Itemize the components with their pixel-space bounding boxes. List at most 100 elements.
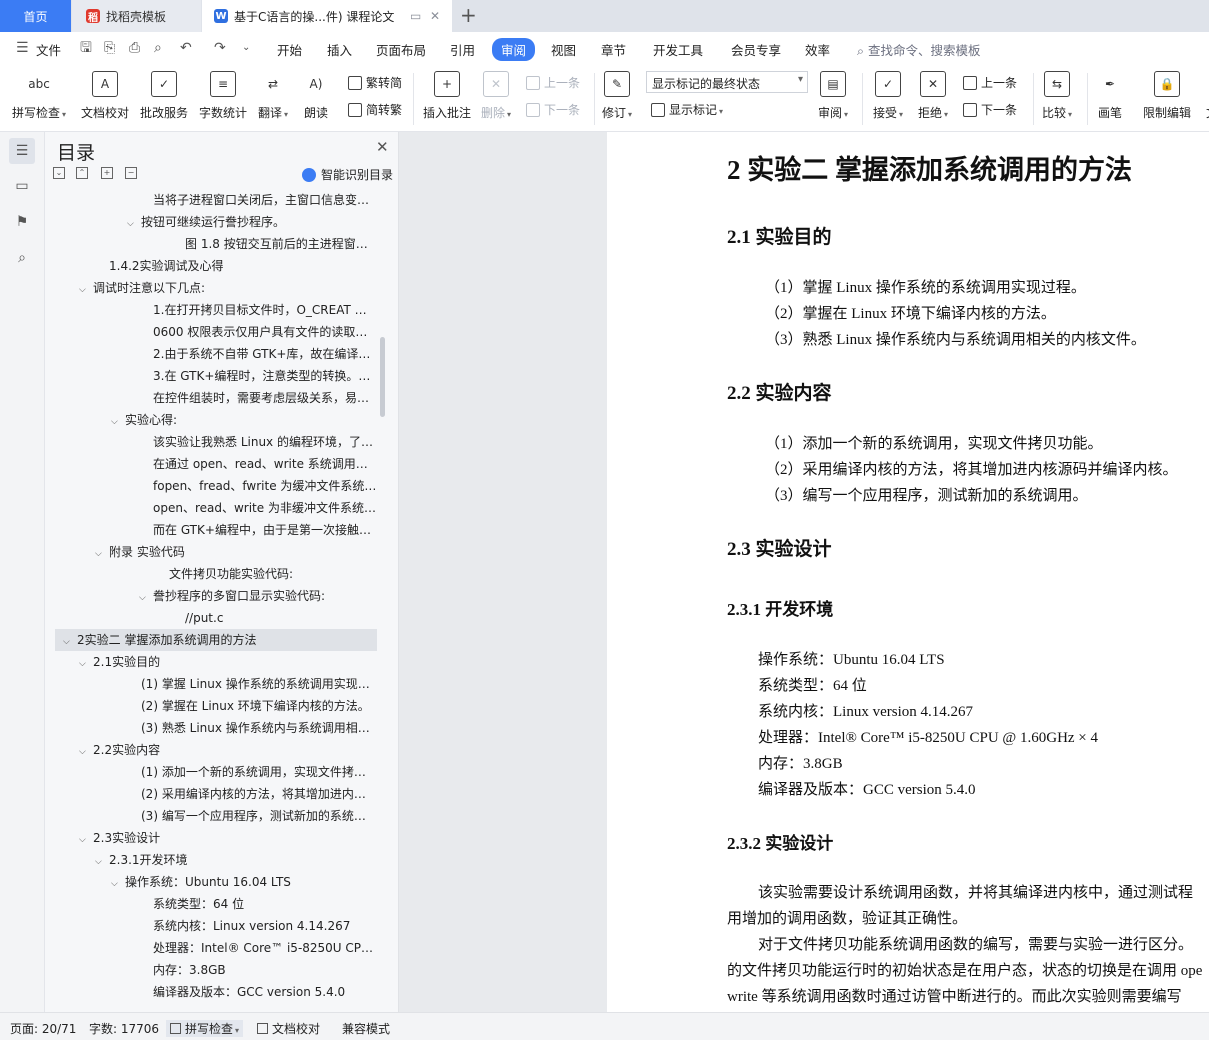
find-icon[interactable]: ⌕: [9, 245, 35, 271]
reject-button[interactable]: ✕ 拒绝 ▾: [918, 71, 948, 121]
spellcheck-button[interactable]: abc 拼写检查 ▾: [12, 71, 66, 121]
toc-item[interactable]: 1.在打开拷贝目标文件时，O_CREAT 模...: [139, 299, 377, 321]
toc-panel-icon[interactable]: ☰: [9, 138, 35, 164]
toc-item[interactable]: 1.4.2实验调试及心得: [95, 255, 377, 277]
page-indicator[interactable]: 页面: 20/71: [10, 1020, 76, 1037]
prev-change-button[interactable]: 上一条: [963, 74, 1017, 91]
toc-item[interactable]: ⌵ 实验心得:: [111, 409, 377, 431]
toc-item[interactable]: 文件拷贝功能实验代码:: [155, 563, 377, 585]
toc-item[interactable]: 图 1.8 按钮交互前后的主进程窗口...: [171, 233, 377, 255]
menu-developer[interactable]: 开发工具: [653, 40, 703, 59]
doc-proof-button[interactable]: A 文档校对: [81, 71, 129, 121]
add-level-icon[interactable]: +: [101, 167, 113, 179]
review-pane-button[interactable]: ▤ 审阅 ▾: [818, 71, 848, 121]
menu-section[interactable]: 章节: [601, 40, 626, 59]
toc-item[interactable]: (2) 采用编译内核的方法，将其增加进内核源...: [127, 783, 377, 805]
review-service-button[interactable]: ✓ 批改服务: [140, 71, 188, 121]
track-changes-button[interactable]: ✎ 修订 ▾: [602, 71, 632, 121]
toc-item[interactable]: 该实验让我熟悉 Linux 的编程环境，了解...: [139, 431, 377, 453]
menu-insert[interactable]: 插入: [327, 40, 352, 59]
toc-scrollbar[interactable]: [380, 337, 385, 417]
accept-button[interactable]: ✓ 接受 ▾: [873, 71, 903, 121]
toc-item[interactable]: ⌵ 附录 实验代码: [95, 541, 377, 563]
menu-review[interactable]: 审阅: [492, 38, 536, 61]
toc-item[interactable]: ⌵ 2.1实验目的: [79, 651, 377, 673]
print-icon[interactable]: ⎙: [129, 40, 140, 56]
chevron-down-icon[interactable]: ⌵: [95, 543, 109, 563]
print-preview-icon[interactable]: ⌕: [154, 40, 162, 56]
chevron-down-icon[interactable]: ⌵: [79, 741, 93, 761]
toc-item[interactable]: ⌵ 2.2实验内容: [79, 739, 377, 761]
toc-item[interactable]: 0600 权限表示仅用户具有文件的读取和...: [139, 321, 377, 343]
bookmark-icon[interactable]: ⚑: [9, 209, 35, 235]
menu-start[interactable]: 开始: [277, 40, 302, 59]
restrict-edit-button[interactable]: 🔒 限制编辑: [1143, 71, 1191, 121]
chevron-down-icon[interactable]: ⌵: [79, 279, 93, 299]
simp-to-trad-button[interactable]: 简转繁: [348, 101, 402, 118]
toc-item[interactable]: (1) 掌握 Linux 操作系统的系统调用实现过程...: [127, 673, 377, 695]
toc-item[interactable]: 编译器及版本：GCC version 5.4.0: [139, 981, 377, 1003]
next-comment-button[interactable]: 下一条: [526, 101, 580, 118]
toc-item[interactable]: ⌵ 誊抄程序的多窗口显示实验代码:: [139, 585, 377, 607]
redo-icon[interactable]: ↷: [214, 40, 226, 56]
next-change-button[interactable]: 下一条: [963, 101, 1017, 118]
save-icon[interactable]: 🖫: [80, 40, 92, 56]
chevron-down-icon[interactable]: ⌵: [127, 213, 141, 233]
toc-item[interactable]: ⌵ 按钮可继续运行誊抄程序。: [127, 211, 377, 233]
remove-level-icon[interactable]: −: [125, 167, 137, 179]
menu-view[interactable]: 视图: [551, 40, 576, 59]
chapter-nav-icon[interactable]: ▭: [9, 173, 35, 199]
markup-state-select[interactable]: 显示标记的最终状态: [646, 71, 808, 93]
close-tab-icon[interactable]: ✕: [430, 9, 440, 23]
undo-icon[interactable]: ↶: [180, 40, 192, 56]
tab-home[interactable]: 首页: [0, 0, 71, 32]
toc-item[interactable]: //put.c: [171, 607, 377, 629]
trad-to-simp-button[interactable]: 繁转简: [348, 74, 402, 91]
window-restore-icon[interactable]: ▭: [410, 9, 421, 23]
read-aloud-button[interactable]: A) 朗读: [303, 71, 329, 121]
document-page[interactable]: 2 实验二 掌握添加系统调用的方法 2.1 实验目的 （1）掌握 Linux 操…: [607, 132, 1209, 1012]
toc-item[interactable]: ⌵ 调试时注意以下几点:: [79, 277, 377, 299]
menu-references[interactable]: 引用: [450, 40, 475, 59]
word-count-button[interactable]: ≡ 字数统计: [199, 71, 247, 121]
hamburger-icon[interactable]: ☰: [16, 40, 29, 56]
command-search[interactable]: ⌕ 查找命令、搜索模板: [857, 40, 981, 59]
toc-item[interactable]: 内存：3.8GB: [139, 959, 377, 981]
chevron-down-icon[interactable]: ⌵: [111, 411, 125, 431]
translate-button[interactable]: ⇄ 翻译 ▾: [258, 71, 288, 121]
prev-comment-button[interactable]: 上一条: [526, 74, 580, 91]
customize-icon[interactable]: ⌄: [242, 40, 250, 56]
toc-item[interactable]: (1) 添加一个新的系统调用，实现文件拷贝功...: [127, 761, 377, 783]
more-button[interactable]: 文: [1199, 71, 1209, 121]
toc-item[interactable]: 系统内核：Linux version 4.14.267: [139, 915, 377, 937]
show-markup-button[interactable]: 显示标记 ▾: [651, 101, 723, 118]
toc-item[interactable]: 处理器：Intel® Core™ i5-8250U CPU @...: [139, 937, 377, 959]
chevron-down-icon[interactable]: ⌵: [79, 829, 93, 849]
expand-up-icon[interactable]: ⌃: [76, 167, 88, 179]
toc-item[interactable]: (3) 熟悉 Linux 操作系统内与系统调用相关的...: [127, 717, 377, 739]
spellcheck-status[interactable]: 拼写检查 ▾: [166, 1020, 244, 1037]
toc-item[interactable]: (2) 掌握在 Linux 环境下编译内核的方法。: [127, 695, 377, 717]
menu-file[interactable]: 文件: [36, 40, 61, 59]
delete-comment-button[interactable]: ✕ 删除 ▾: [481, 71, 511, 121]
toc-item[interactable]: 3.在 GTK+编程时，注意类型的转换。此...: [139, 365, 377, 387]
chevron-down-icon[interactable]: ⌵: [79, 653, 93, 673]
chevron-down-icon[interactable]: ⌵: [63, 631, 77, 651]
toc-item[interactable]: 当将子进程窗口关闭后，主窗口信息变换...: [139, 189, 377, 211]
toc-item[interactable]: 在通过 open、read、write 系统调用的...: [139, 453, 377, 475]
tab-template[interactable]: 稻 找稻壳模板: [72, 0, 201, 32]
menu-efficiency[interactable]: 效率: [805, 40, 830, 59]
toc-item[interactable]: ⌵ 2.3.1开发环境: [95, 849, 377, 871]
menu-layout[interactable]: 页面布局: [376, 40, 426, 59]
toc-item[interactable]: fopen、fread、fwrite 为缓冲文件系统，...: [139, 475, 377, 497]
toc-item[interactable]: 在控件组装时，需要考虑层级关系，易将...: [139, 387, 377, 409]
toc-item[interactable]: 2.由于系统不自带 GTK+库，故在编译时...: [139, 343, 377, 365]
toc-item[interactable]: 系统类型：64 位: [139, 893, 377, 915]
proof-status[interactable]: 文档校对: [257, 1020, 320, 1037]
toc-item[interactable]: ⌵ 操作系统：Ubuntu 16.04 LTS: [111, 871, 377, 893]
menu-member[interactable]: 会员专享: [731, 40, 781, 59]
chevron-down-icon[interactable]: ⌵: [111, 873, 125, 893]
toc-item[interactable]: ⌵ 2.3实验设计: [79, 827, 377, 849]
collapse-icon[interactable]: ⌄: [53, 167, 65, 179]
toc-item[interactable]: (3) 编写一个应用程序，测试新加的系统调用...: [127, 805, 377, 827]
